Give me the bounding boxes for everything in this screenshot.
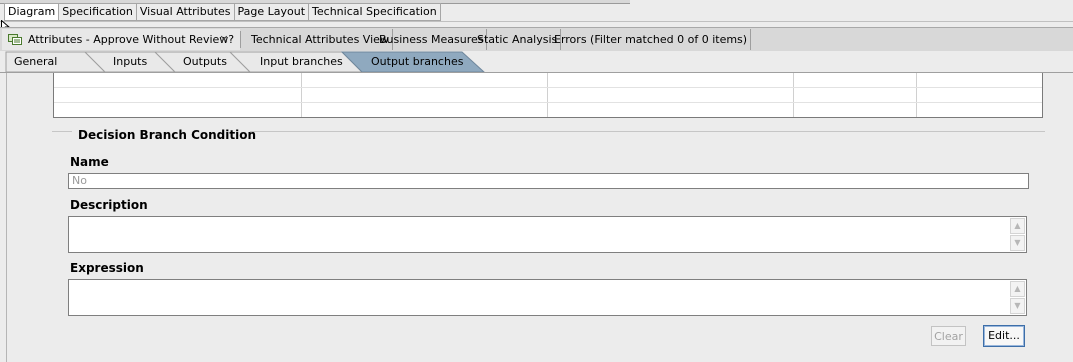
- edit-button[interactable]: Edit...: [983, 325, 1025, 347]
- expression-field[interactable]: ▲ ▼: [68, 279, 1027, 316]
- branches-table[interactable]: [53, 73, 1043, 118]
- tab-technical-specification[interactable]: Technical Specification: [309, 3, 441, 21]
- group-title: Decision Branch Condition: [78, 128, 257, 142]
- tab-business-measures[interactable]: Business Measures: [376, 29, 488, 50]
- close-icon[interactable]: ✕: [218, 29, 230, 50]
- left-border: [0, 73, 7, 362]
- tab-visual-attributes[interactable]: Visual Attributes: [136, 3, 235, 21]
- section-tab-outputs[interactable]: Outputs: [183, 55, 227, 68]
- section-tab-output-branches[interactable]: Output branches: [371, 55, 463, 68]
- scroll-down-icon[interactable]: ▼: [1010, 298, 1025, 314]
- properties-view-tabs: Attributes - Approve Without Review? ✕ T…: [0, 27, 1073, 52]
- tab-diagram[interactable]: Diagram: [4, 3, 60, 21]
- tab-page-layout[interactable]: Page Layout: [234, 3, 310, 21]
- table-column-divider: [301, 73, 302, 117]
- table-row[interactable]: [54, 102, 1042, 103]
- group-border: [52, 131, 72, 132]
- expression-label: Expression: [70, 261, 144, 275]
- editor-tab-strip: Diagram Specification Visual Attributes …: [0, 0, 1073, 22]
- editor-tab-underline: [0, 21, 1073, 22]
- section-tabs: General Inputs Outputs Input branches Ou…: [0, 51, 1073, 73]
- clear-button[interactable]: Clear: [931, 326, 966, 346]
- scroll-up-icon[interactable]: ▲: [1010, 281, 1025, 297]
- tab-attributes[interactable]: Attributes - Approve Without Review? ✕: [2, 29, 241, 50]
- tab-attributes-label: Attributes - Approve Without Review?: [28, 33, 235, 46]
- table-column-divider: [793, 73, 794, 117]
- property-page: Decision Branch Condition Name No Descri…: [0, 73, 1073, 362]
- scroll-up-icon[interactable]: ▲: [1010, 218, 1025, 234]
- section-tab-input-branches[interactable]: Input branches: [260, 55, 343, 68]
- tab-technical-attributes-view[interactable]: Technical Attributes View: [248, 29, 393, 50]
- name-label: Name: [70, 155, 109, 169]
- attributes-icon: [8, 34, 22, 45]
- section-tab-shapes: [0, 51, 1073, 73]
- tab-specification[interactable]: Specification: [59, 3, 137, 21]
- table-column-divider: [547, 73, 548, 117]
- description-label: Description: [70, 198, 148, 212]
- section-tab-inputs[interactable]: Inputs: [113, 55, 147, 68]
- group-border: [250, 131, 1045, 132]
- description-field[interactable]: ▲ ▼: [68, 216, 1027, 253]
- scroll-down-icon[interactable]: ▼: [1010, 235, 1025, 251]
- table-row[interactable]: [54, 87, 1042, 88]
- tab-static-analysis[interactable]: Static Analysis: [474, 29, 562, 50]
- name-field[interactable]: No: [68, 173, 1029, 189]
- tab-separator: [240, 31, 241, 48]
- editor-tabs: Diagram Specification Visual Attributes …: [4, 3, 441, 21]
- tab-errors[interactable]: Errors (Filter matched 0 of 0 items): [551, 29, 752, 50]
- table-column-divider: [916, 73, 917, 117]
- section-tab-general[interactable]: General: [14, 55, 57, 68]
- expression-scrollbar[interactable]: ▲ ▼: [1010, 281, 1025, 314]
- description-scrollbar[interactable]: ▲ ▼: [1010, 218, 1025, 251]
